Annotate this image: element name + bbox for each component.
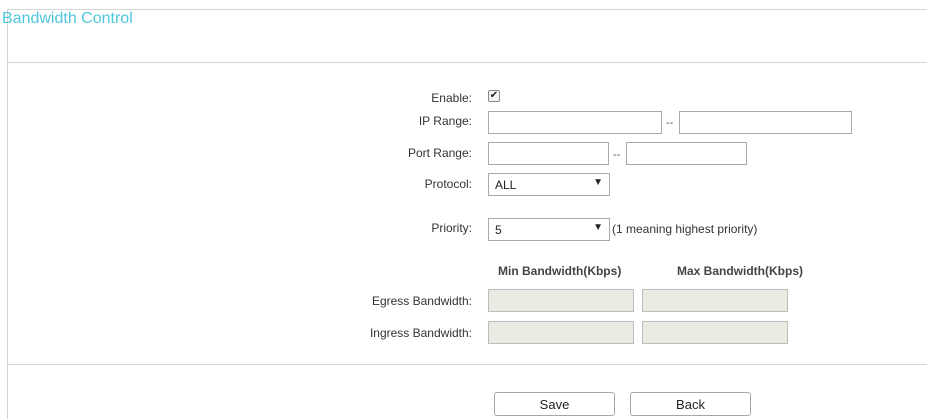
egress-max-input	[642, 289, 788, 312]
port-range-separator: --	[613, 149, 621, 161]
ip-range-label: IP Range:	[418, 114, 472, 128]
ip-range-separator: --	[666, 117, 674, 129]
divider-top	[7, 62, 927, 63]
egress-bandwidth-label: Egress Bandwidth:	[371, 294, 472, 308]
ingress-min-input	[488, 321, 634, 344]
save-button[interactable]: Save	[494, 392, 615, 416]
ip-range-start-input[interactable]	[488, 111, 662, 134]
priority-label: Priority:	[431, 221, 472, 235]
protocol-select[interactable]: ALL ▼	[488, 173, 610, 196]
port-range-start-input[interactable]	[488, 142, 609, 165]
protocol-value: ALL	[495, 178, 517, 192]
protocol-label: Protocol:	[424, 177, 472, 191]
page-title: Bandwidth Control	[2, 10, 133, 27]
priority-select[interactable]: 5 ▼	[488, 218, 610, 241]
chevron-down-icon: ▼	[593, 222, 603, 233]
panel-frame	[7, 9, 927, 419]
port-range-label: Port Range:	[407, 146, 472, 160]
ip-range-end-input[interactable]	[679, 111, 852, 134]
divider-bottom	[7, 364, 927, 365]
chevron-down-icon: ▼	[593, 177, 603, 188]
check-icon: ✔	[489, 90, 499, 101]
back-button[interactable]: Back	[630, 392, 751, 416]
enable-label: Enable:	[431, 91, 472, 105]
min-bandwidth-header: Min Bandwidth(Kbps)	[498, 264, 622, 278]
ingress-bandwidth-label: Ingress Bandwidth:	[369, 326, 472, 340]
egress-min-input	[488, 289, 634, 312]
priority-hint: (1 meaning highest priority)	[612, 222, 758, 236]
max-bandwidth-header: Max Bandwidth(Kbps)	[677, 264, 803, 278]
priority-value: 5	[495, 223, 502, 237]
enable-checkbox[interactable]: ✔	[488, 90, 500, 102]
port-range-end-input[interactable]	[626, 142, 747, 165]
ingress-max-input	[642, 321, 788, 344]
